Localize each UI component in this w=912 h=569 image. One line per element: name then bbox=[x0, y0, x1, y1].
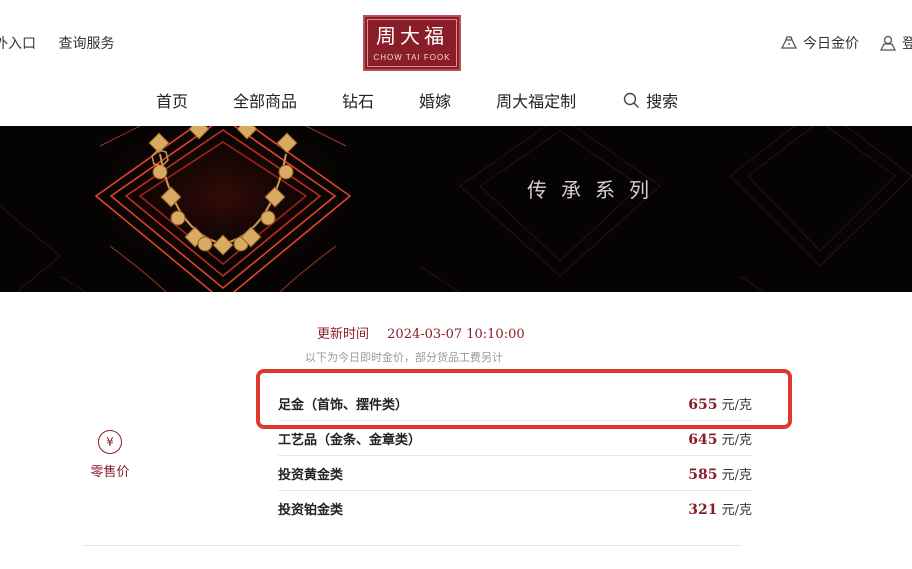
nav-custom[interactable]: 周大福定制 bbox=[496, 88, 576, 112]
price-row: 足金（首饰、摆件类） 655 元/克 bbox=[278, 386, 752, 421]
search-icon bbox=[623, 92, 640, 108]
query-service-link[interactable]: 查询服务 bbox=[58, 36, 114, 52]
gold-bar-icon bbox=[780, 36, 798, 49]
price-row-unit: 元/克 bbox=[721, 467, 752, 483]
section-divider bbox=[82, 545, 742, 546]
logo-en-text: CHOW TAI FOOK bbox=[373, 52, 451, 62]
user-icon bbox=[879, 35, 897, 51]
banner-title: 传承系列 bbox=[527, 178, 663, 202]
price-row-unit: 元/克 bbox=[721, 397, 752, 413]
brand-logo[interactable]: 周大福 CHOW TAI FOOK bbox=[363, 15, 461, 71]
price-row-value: 321 bbox=[688, 502, 718, 518]
price-row-amount: 645 元/克 bbox=[688, 429, 752, 448]
login-label: 登 bbox=[902, 36, 912, 52]
banner-artwork bbox=[0, 126, 912, 292]
gold-price-table: 足金（首饰、摆件类） 655 元/克 工艺品（金条、金章类） 645 元/克 投… bbox=[278, 386, 752, 526]
login-link[interactable]: 登 bbox=[879, 33, 912, 53]
price-row-value: 655 bbox=[688, 396, 718, 413]
price-row-amount: 655 元/克 bbox=[688, 394, 752, 413]
update-time-value: 2024-03-07 10:10:00 bbox=[387, 327, 525, 342]
nav-all-products[interactable]: 全部商品 bbox=[233, 88, 297, 112]
retail-price-label: 零售价 bbox=[90, 465, 130, 480]
top-left-links: 外入口 查询服务 bbox=[0, 33, 132, 53]
main-nav: 首页 全部商品 钻石 婚嫁 周大福定制 搜索 bbox=[156, 88, 678, 112]
update-time-label: 更新时间 bbox=[317, 327, 370, 342]
site-header: 外入口 查询服务 周大福 CHOW TAI FOOK 今日金价 登 首页 全部商… bbox=[0, 0, 912, 126]
top-right-links: 今日金价 登 bbox=[780, 33, 912, 53]
entry-link[interactable]: 外入口 bbox=[0, 36, 36, 52]
price-row-unit: 元/克 bbox=[721, 503, 752, 518]
gold-price-link[interactable]: 今日金价 bbox=[780, 33, 859, 53]
logo-cn-text: 周大福 bbox=[376, 23, 448, 48]
price-row-amount: 321 元/克 bbox=[688, 499, 752, 518]
price-row: 工艺品（金条、金章类） 645 元/克 bbox=[278, 421, 752, 456]
nav-home[interactable]: 首页 bbox=[156, 88, 188, 112]
price-row-value: 645 bbox=[688, 431, 718, 448]
price-row: 投资黄金类 585 元/克 bbox=[278, 456, 752, 491]
price-row-unit: 元/克 bbox=[721, 432, 752, 448]
price-row-amount: 585 元/克 bbox=[688, 464, 752, 483]
nav-diamond[interactable]: 钻石 bbox=[342, 88, 374, 112]
retail-price-category: ¥ 零售价 bbox=[88, 430, 132, 480]
yuan-coin-icon: ¥ bbox=[98, 430, 122, 454]
price-row-name: 投资黄金类 bbox=[278, 467, 344, 483]
price-row-name: 足金（首饰、摆件类） bbox=[278, 397, 409, 413]
price-row-value: 585 bbox=[688, 466, 718, 483]
nav-wedding[interactable]: 婚嫁 bbox=[419, 88, 451, 112]
nav-search[interactable]: 搜索 bbox=[623, 88, 678, 112]
update-time-row: 更新时间 2024-03-07 10:10:00 bbox=[317, 323, 525, 342]
price-note: 以下为今日即时金价，部分货品工费另计 bbox=[305, 351, 503, 364]
price-row: 投资铂金类 321 元/克 bbox=[278, 491, 752, 526]
price-row-name: 投资铂金类 bbox=[278, 503, 344, 518]
gold-price-label: 今日金价 bbox=[803, 36, 859, 52]
hero-banner[interactable]: 传承系列 bbox=[0, 126, 912, 292]
search-label: 搜索 bbox=[646, 92, 679, 111]
price-row-name: 工艺品（金条、金章类） bbox=[278, 432, 422, 448]
